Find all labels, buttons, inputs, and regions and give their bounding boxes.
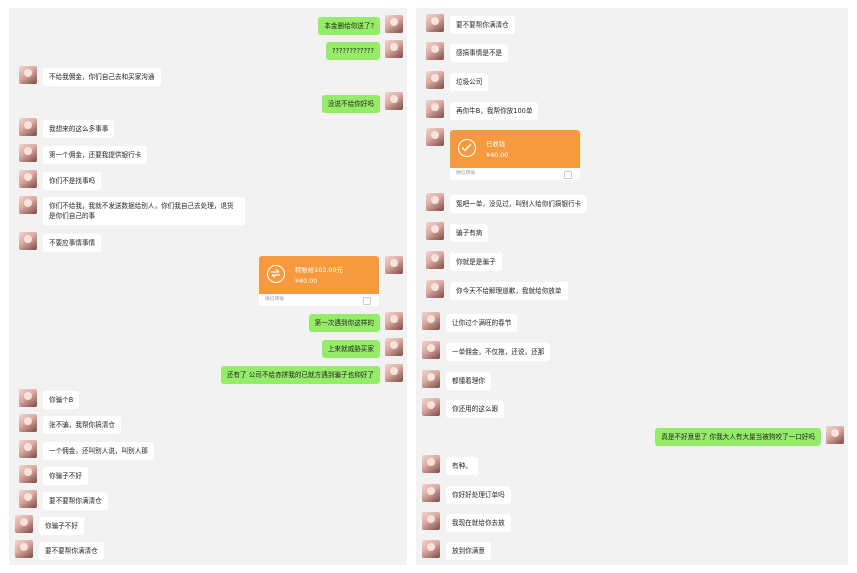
avatar[interactable] (826, 426, 844, 444)
avatar[interactable] (19, 170, 37, 188)
avatar[interactable] (19, 196, 37, 214)
avatar[interactable] (19, 414, 37, 432)
avatar[interactable] (422, 370, 440, 388)
message-bubble[interactable]: ???????????? (326, 42, 380, 60)
message-bubble[interactable]: 要不要帮你满清仓 (450, 16, 515, 34)
message-bubble[interactable]: 要不要帮你满清仓 (43, 492, 108, 510)
avatar[interactable] (426, 280, 444, 298)
message-bubble[interactable]: 上来就威胁买家 (321, 340, 380, 358)
avatar[interactable] (19, 118, 37, 136)
avatar[interactable] (19, 490, 37, 508)
avatar[interactable] (422, 341, 440, 359)
message-bubble[interactable]: 你还用的这么跟 (446, 400, 505, 418)
transfer-card[interactable]: 已收钱 ¥40.00 微信转账 (450, 130, 580, 180)
message-bubble[interactable]: 都懂着理你 (446, 372, 491, 390)
avatar[interactable] (19, 440, 37, 458)
avatar[interactable] (426, 128, 444, 146)
message-bubble[interactable]: 你骗子不好 (43, 467, 88, 485)
avatar[interactable] (385, 15, 403, 33)
message-bubble[interactable]: 你就是是骗子 (450, 253, 502, 271)
avatar[interactable] (19, 232, 37, 250)
avatar[interactable] (19, 389, 37, 407)
message-bubble[interactable]: 再你牛B，我帮你放100单 (450, 102, 539, 120)
message-bubble[interactable]: 骗子有病 (450, 224, 489, 242)
message-bubble[interactable]: 第一次遇到你这样的 (308, 314, 380, 332)
message-bubble[interactable]: 我现在就给你去放 (446, 514, 511, 532)
avatar[interactable] (385, 364, 403, 382)
message-bubble[interactable]: 一单佣金，不仅拖，还说，还那 (446, 343, 551, 361)
avatar[interactable] (15, 515, 33, 533)
message-bubble[interactable]: 垃圾公司 (450, 73, 489, 91)
message-bubble[interactable]: 冤吧一单，没见过，叫别人给你们搞银行卡 (450, 195, 588, 213)
message-bubble[interactable]: 你好好处理订单吗 (446, 486, 511, 504)
message-bubble[interactable]: 我想来的这么多事事 (43, 120, 115, 138)
message-bubble[interactable]: 不给我佣金，你们自己去和买家沟通 (43, 68, 161, 86)
avatar[interactable] (426, 193, 444, 211)
avatar[interactable] (422, 512, 440, 530)
message-bubble[interactable]: 你们不给我，我就不发送数据给别人，你们我自己去处理，退货是你们自己的事 (43, 197, 245, 225)
avatar[interactable] (426, 14, 444, 32)
avatar[interactable] (422, 540, 440, 558)
message-bubble[interactable]: 本金删给你送了? (318, 17, 380, 35)
avatar[interactable] (422, 455, 440, 473)
transfer-card[interactable]: 转账给103.00元 ¥40.00 微信转账 (259, 256, 379, 306)
avatar[interactable] (385, 256, 403, 274)
avatar[interactable] (15, 540, 33, 558)
message-bubble[interactable]: 有种。 (446, 457, 478, 475)
right-chat-panel: 要不要帮你满清仓 感搞事情是不是 垃圾公司 再你牛B，我帮你放100单 已收钱 … (416, 8, 848, 565)
message-bubble[interactable]: 没说不给你好吗 (321, 95, 380, 113)
avatar[interactable] (426, 100, 444, 118)
transfer-amount: ¥40.00 (295, 277, 318, 285)
transfer-footer: 微信转账 (456, 171, 476, 176)
message-bubble[interactable]: 你骗子不好 (39, 517, 84, 535)
avatar[interactable] (385, 338, 403, 356)
transfer-footer: 微信转账 (265, 297, 285, 302)
transfer-icon (267, 265, 285, 283)
avatar[interactable] (422, 398, 440, 416)
transfer-amount: ¥40.00 (486, 151, 509, 159)
avatar[interactable] (19, 465, 37, 483)
message-bubble[interactable]: 第一个佣金，还要我提供银行卡 (43, 146, 148, 164)
avatar[interactable] (385, 312, 403, 330)
avatar[interactable] (426, 251, 444, 269)
avatar[interactable] (426, 71, 444, 89)
avatar[interactable] (426, 222, 444, 240)
avatar[interactable] (385, 40, 403, 58)
message-bubble[interactable]: 放到你满意 (446, 542, 491, 560)
left-chat-panel: 本金删给你送了? ???????????? 不给我佣金，你们自己去和买家沟通 没… (9, 8, 407, 565)
check-icon (458, 139, 476, 157)
message-bubble[interactable]: 张不骗，我帮你搞清仓 (43, 416, 121, 434)
avatar[interactable] (422, 484, 440, 502)
avatar[interactable] (426, 42, 444, 60)
message-bubble[interactable]: 一个佣金，还叫别人说，叫别人那 (43, 442, 154, 460)
avatar[interactable] (19, 144, 37, 162)
avatar[interactable] (19, 66, 37, 84)
message-bubble[interactable]: 还有了 公司不给赤拼我的已就方遇到骗子也抑好了 (220, 366, 380, 384)
message-bubble[interactable]: 你今天不给解理道歉，我就给你放单 (450, 282, 568, 300)
message-bubble[interactable]: 你骗个B (43, 391, 80, 409)
message-bubble[interactable]: 你们不是找事吗 (43, 172, 102, 190)
avatar[interactable] (422, 312, 440, 330)
message-bubble[interactable]: 不要应事情事情 (43, 234, 102, 252)
transfer-title: 已收钱 (486, 140, 506, 148)
avatar[interactable] (385, 92, 403, 110)
message-bubble[interactable]: 真是不好意思了 你我大人有大量当被狗咬了一口好吗 (655, 428, 821, 446)
message-bubble[interactable]: 要不要帮你满清仓 (39, 542, 104, 560)
message-bubble[interactable]: 让你过个满旺的春节 (446, 314, 518, 332)
message-bubble[interactable]: 感搞事情是不是 (450, 44, 509, 62)
transfer-title: 转账给103.00元 (295, 266, 343, 274)
